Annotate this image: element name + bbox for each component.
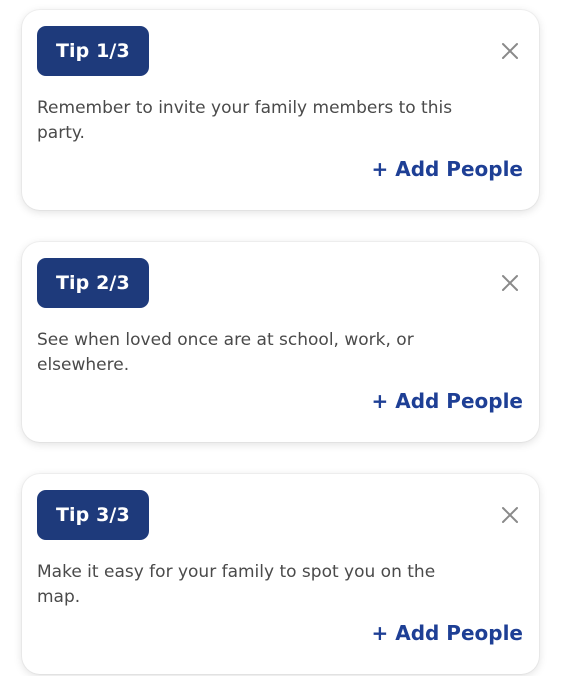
close-button[interactable] [495,268,525,298]
close-button[interactable] [495,500,525,530]
tip-message: See when loved once are at school, work,… [37,330,414,375]
tip-card: Tip 1/3 Remember to invite your family m… [22,10,539,210]
tip-message: Remember to invite your family members t… [37,98,453,143]
tip-badge: Tip 2/3 [37,258,149,308]
tip-card: Tip 3/3 Make it easy for your family to … [22,474,539,674]
close-icon [502,275,518,291]
close-icon [502,43,518,59]
add-people-button[interactable]: + Add People [372,389,524,413]
tip-badge: Tip 1/3 [37,26,149,76]
close-icon [502,507,518,523]
tip-card: Tip 2/3 See when loved once are at schoo… [22,242,539,442]
add-people-button[interactable]: + Add People [372,621,524,645]
tips-list: Tip 1/3 Remember to invite your family m… [0,0,561,676]
tip-badge: Tip 3/3 [37,490,149,540]
add-people-button[interactable]: + Add People [372,157,524,181]
close-button[interactable] [495,36,525,66]
tip-message: Make it easy for your family to spot you… [37,562,436,607]
